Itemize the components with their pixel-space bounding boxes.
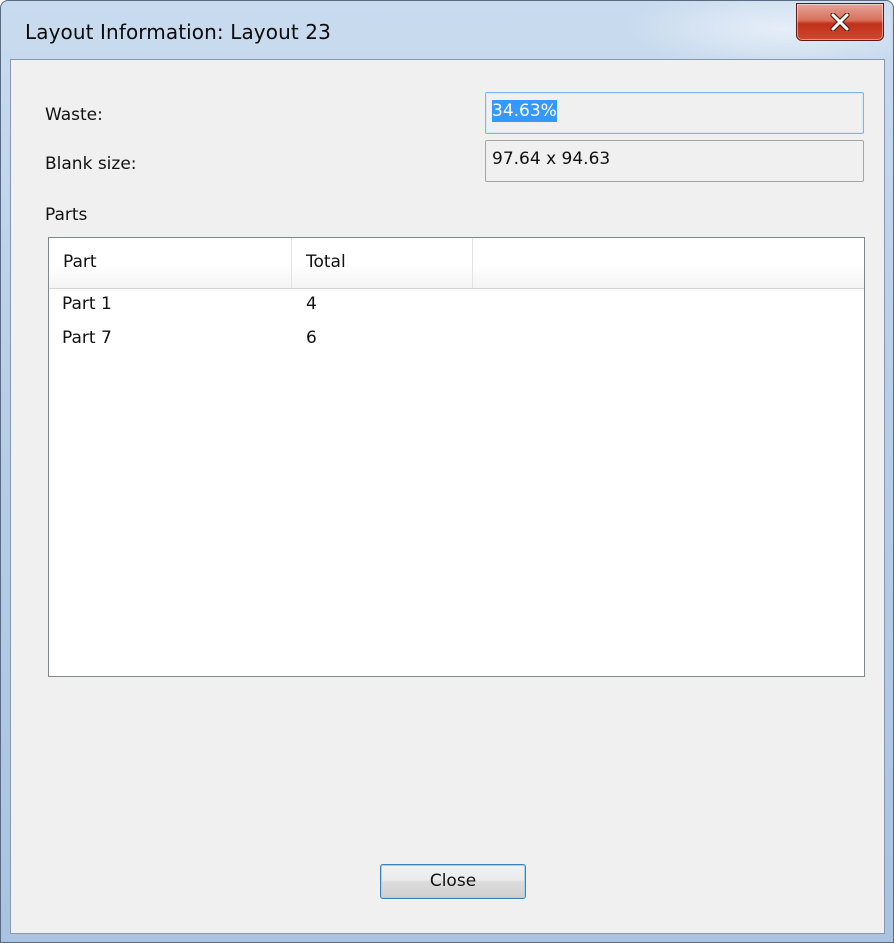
- table-row[interactable]: Part 1 4: [49, 290, 864, 322]
- window-close-button[interactable]: [796, 3, 884, 41]
- title-bar[interactable]: Layout Information: Layout 23: [1, 1, 893, 59]
- column-header-part[interactable]: Part: [49, 238, 292, 288]
- column-header-total[interactable]: Total: [292, 238, 473, 288]
- parts-label: Parts: [45, 205, 88, 225]
- parts-list[interactable]: Part Total Part 1 4 Part 7 6: [48, 237, 865, 677]
- waste-value: 34.63%: [492, 100, 557, 122]
- blank-size-value: 97.64 x 94.63: [492, 149, 611, 169]
- part-name-cell: Part 1: [62, 294, 112, 314]
- waste-field[interactable]: 34.63%: [485, 92, 864, 134]
- column-header-empty[interactable]: [473, 238, 866, 288]
- part-name-cell: Part 7: [62, 328, 112, 348]
- window-title: Layout Information: Layout 23: [25, 20, 331, 44]
- layout-information-dialog: Layout Information: Layout 23 Waste: 34.…: [0, 0, 894, 943]
- table-row[interactable]: Part 7 6: [49, 324, 864, 356]
- part-total-cell: 4: [306, 294, 317, 314]
- blank-size-field[interactable]: 97.64 x 94.63: [485, 140, 864, 182]
- close-button[interactable]: Close: [380, 864, 526, 899]
- part-total-cell: 6: [306, 328, 317, 348]
- close-icon: [830, 13, 850, 31]
- parts-list-header: Part Total: [49, 238, 864, 289]
- dialog-client-area: Waste: 34.63% Blank size: 97.64 x 94.63 …: [10, 59, 885, 934]
- blank-size-label: Blank size:: [45, 154, 137, 174]
- waste-label: Waste:: [45, 105, 103, 125]
